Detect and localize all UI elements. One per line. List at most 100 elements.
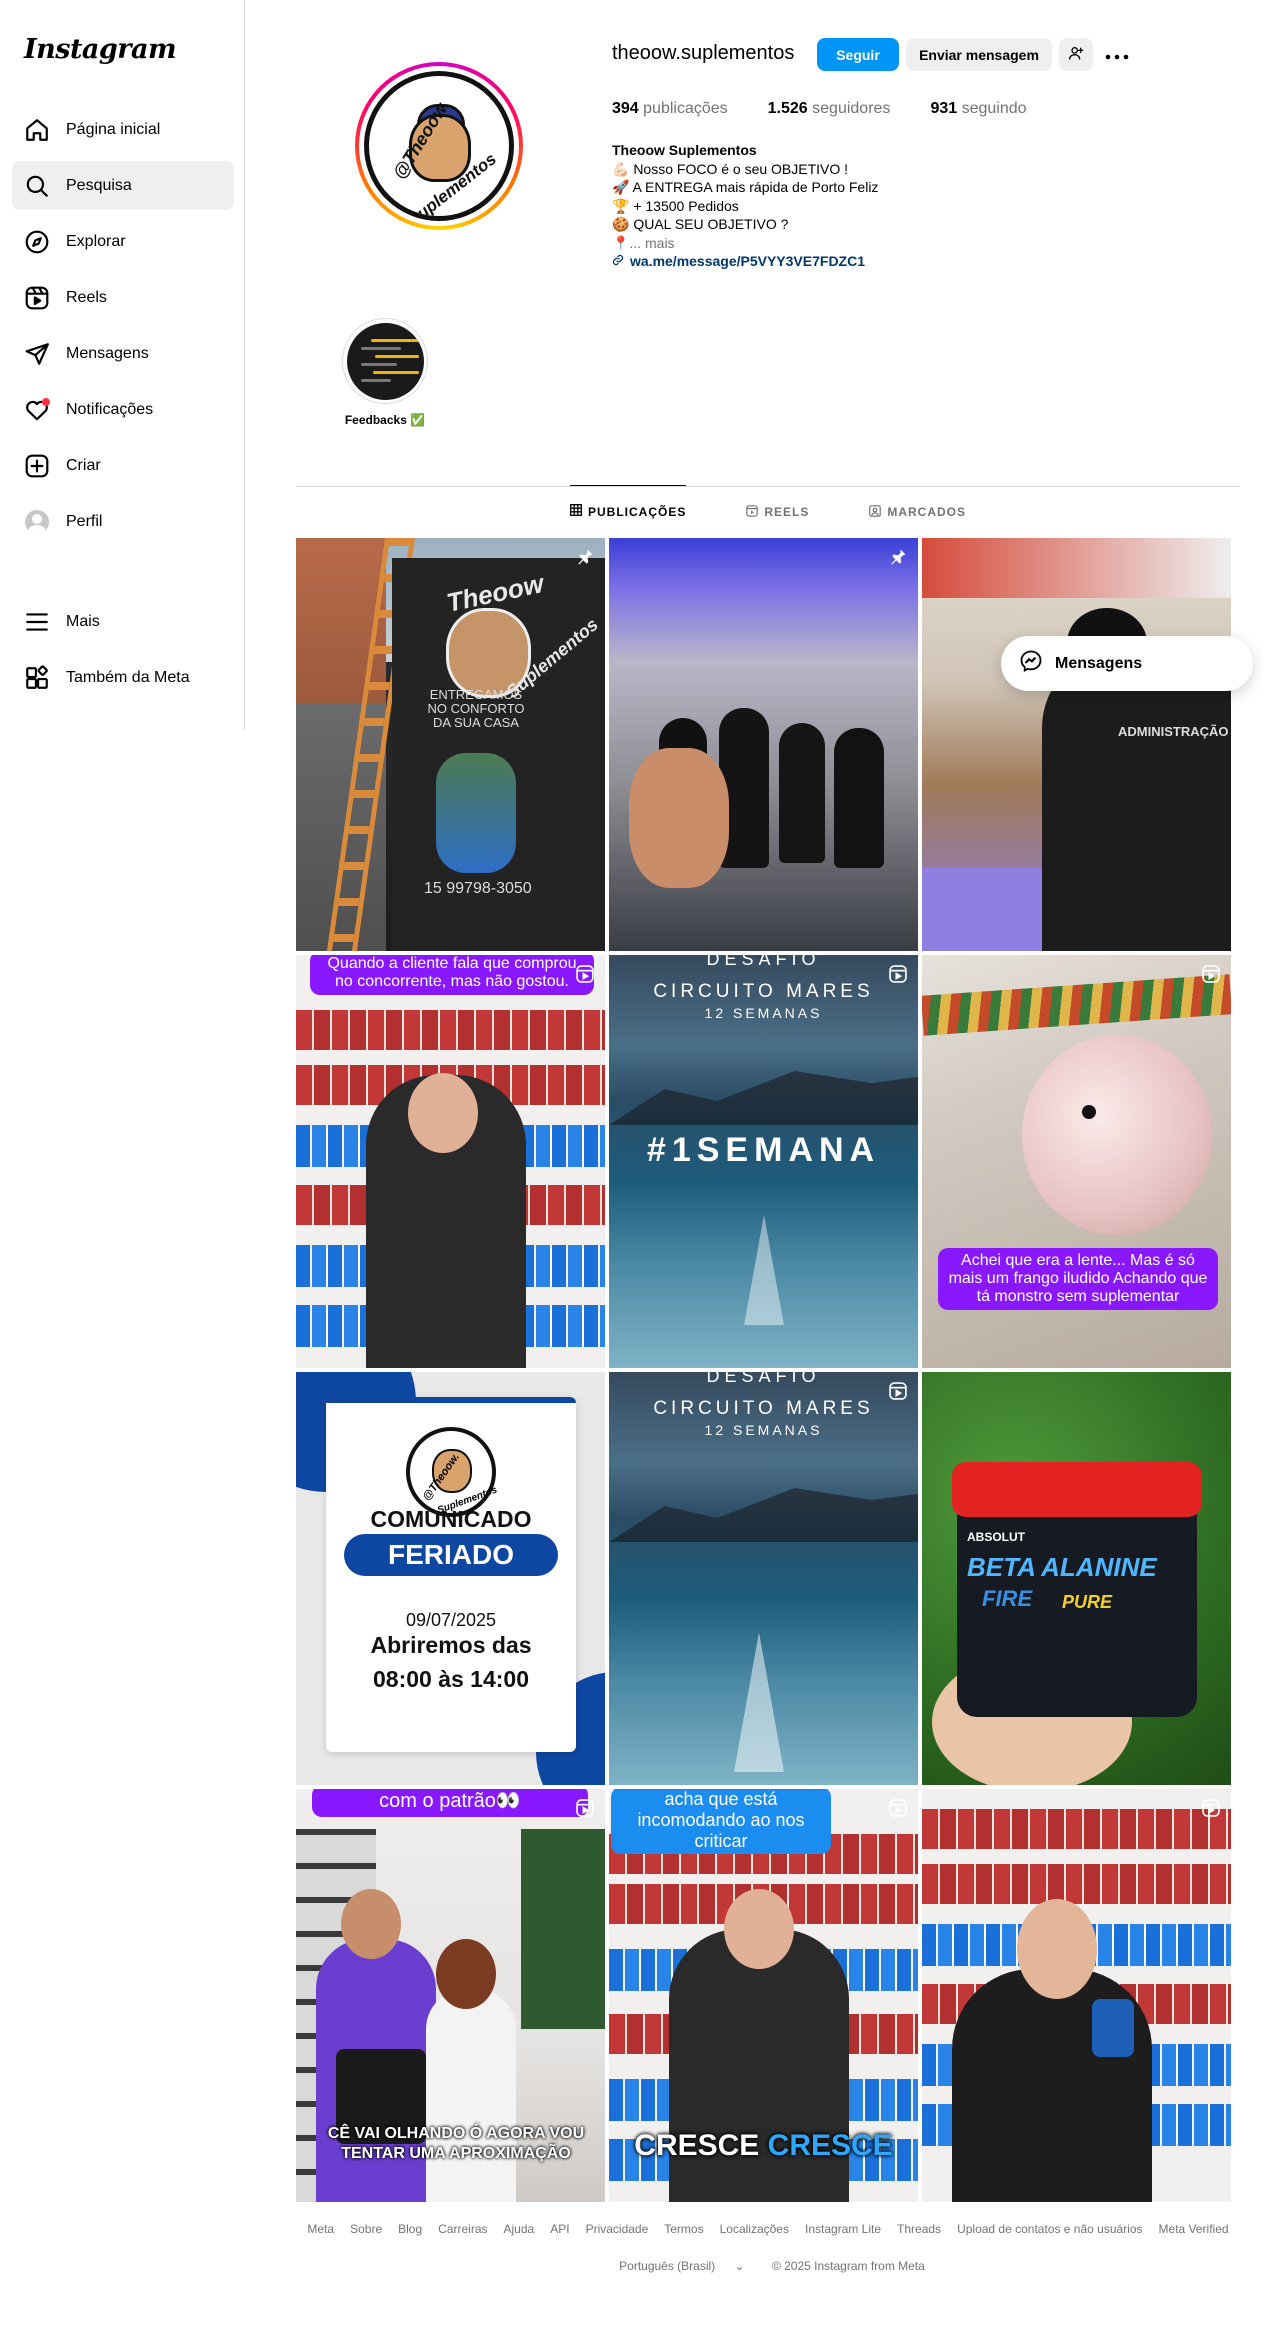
sidebar-item-explore[interactable]: Explorar [12, 217, 234, 266]
footer-link[interactable]: Meta [307, 2222, 334, 2236]
footer-link[interactable]: Blog [398, 2222, 422, 2236]
language-select[interactable]: Português (Brasil) ⌄ [611, 2259, 752, 2273]
reel-icon [888, 1381, 908, 1401]
post-5[interactable]: DESAFIO CIRCUITO MARES 12 SEMANAS #1SEMA… [609, 955, 918, 1368]
reel-icon [575, 1798, 595, 1818]
reel-icon [888, 964, 908, 984]
meta-apps-icon [24, 664, 50, 691]
chevron-down-icon: ⌄ [734, 2259, 745, 2273]
footer-link[interactable]: Privacidade [586, 2222, 649, 2236]
footer-link[interactable]: Meta Verified [1159, 2222, 1229, 2236]
bio-line: 🏆 + 13500 Pedidos [612, 197, 739, 214]
profile-bio: Theoow Suplementos 💪🏻 Nosso FOCO é o seu… [612, 141, 1012, 271]
grid-icon [570, 504, 588, 519]
followers-stat[interactable]: 1.526 seguidores [768, 100, 891, 118]
tab-posts[interactable]: PUBLICAÇÕES [569, 485, 687, 537]
footer-link[interactable]: Sobre [350, 2222, 382, 2236]
footer-link[interactable]: Upload de contatos e não usuários [957, 2222, 1142, 2236]
menu-icon [24, 609, 50, 635]
sidebar: Instagram Página inicial Pesquisa Explor… [0, 0, 245, 730]
profile-tabs: PUBLICAÇÕES REELS MARCADOS [296, 485, 1240, 538]
sidebar-item-profile[interactable]: Perfil [12, 497, 234, 546]
send-icon [24, 341, 50, 367]
post-12[interactable] [922, 1789, 1231, 2202]
tab-reels[interactable]: REELS [746, 486, 809, 538]
messenger-icon [1019, 649, 1055, 678]
post-8[interactable]: DESAFIO CIRCUITO MARES 12 SEMANAS [609, 1372, 918, 1785]
more-icon [1105, 43, 1129, 66]
compass-icon [24, 229, 50, 255]
post-4[interactable]: Quando a cliente fala que comprou no con… [296, 955, 605, 1368]
post-caption: Achei que era a lente... Mas é só mais u… [938, 1248, 1218, 1310]
sidebar-item-search[interactable]: Pesquisa [12, 161, 234, 210]
post-11[interactable]: acha que está incomodando ao nos critica… [609, 1789, 918, 2202]
sidebar-nav: Página inicial Pesquisa Explorar Reels M… [12, 105, 234, 553]
sidebar-item-label: Perfil [66, 512, 103, 530]
options-button[interactable] [1100, 38, 1134, 71]
sidebar-item-label: Página inicial [66, 120, 161, 138]
post-3[interactable]: ADMINISTRAÇÃO [922, 538, 1231, 951]
following-stat[interactable]: 931 seguindo [930, 100, 1026, 118]
tagged-icon [869, 504, 887, 520]
footer-link[interactable]: Threads [897, 2222, 941, 2236]
bio-line: 🚀 A ENTREGA mais rápida de Porto Feliz [612, 179, 879, 195]
logo-badge: @Theoow. Suplementos [406, 1427, 499, 1517]
tab-tagged[interactable]: MARCADOS [869, 486, 966, 538]
footer-link[interactable]: Ajuda [504, 2222, 535, 2236]
post-9[interactable]: ABSOLUT BETA ALANINE FIRE PURE [922, 1372, 1231, 1785]
sidebar-item-home[interactable]: Página inicial [12, 105, 234, 154]
posts-stat: 394 publicações [612, 100, 728, 117]
sidebar-item-more[interactable]: Mais [12, 597, 234, 646]
sidebar-item-notifications[interactable]: Notificações [12, 385, 234, 434]
search-icon [24, 173, 50, 199]
bio-line: 💪🏻 Nosso FOCO é o seu OBJETIVO ! [612, 160, 849, 177]
post-6[interactable]: Achei que era a lente... Mas é só mais u… [922, 955, 1231, 1368]
profile-stats: 394 publicações 1.526 seguidores 931 seg… [612, 100, 1067, 118]
bio-line: 🍪 QUAL SEU OBJETIVO ? [612, 216, 789, 232]
post-10[interactable]: com o patrão👀 CÊ VAI OLHANDO Ó AGORA VOU… [296, 1789, 605, 2202]
messages-float-button[interactable]: Mensagens [1001, 636, 1253, 691]
highlight-cover [346, 322, 424, 400]
profile-avatar[interactable]: @Theoow. Suplementos [355, 62, 523, 230]
sidebar-item-label: Criar [66, 456, 101, 474]
sidebar-item-label: Explorar [66, 232, 126, 250]
reel-icon [1201, 1798, 1221, 1818]
footer-link[interactable]: Localizações [720, 2222, 789, 2236]
reel-icon [575, 964, 595, 984]
link-icon [612, 252, 630, 271]
profile-username: theoow.suplementos [612, 42, 795, 64]
sidebar-item-label: Também da Meta [66, 668, 190, 686]
avatar [25, 509, 49, 534]
instagram-logo[interactable]: Instagram [24, 34, 177, 65]
highlight-label: Feedbacks ✅ [344, 413, 426, 427]
sidebar-item-reels[interactable]: Reels [12, 273, 234, 322]
sidebar-item-label: Mensagens [66, 344, 149, 362]
reels-small-icon [746, 504, 764, 520]
bio-more-link[interactable]: 📍... mais [612, 234, 1012, 253]
footer-link[interactable]: Instagram Lite [805, 2222, 881, 2236]
sidebar-item-messages[interactable]: Mensagens [12, 329, 234, 378]
profile-logo: @Theoow. Suplementos [364, 71, 514, 221]
footer: Meta Sobre Blog Carreiras Ajuda API Priv… [296, 2222, 1240, 2273]
profile-name: Theoow Suplementos [612, 142, 757, 158]
sidebar-item-meta[interactable]: Também da Meta [12, 653, 234, 702]
bio-link[interactable]: wa.me/message/P5VYY3VE7FDZC1 [612, 252, 1012, 271]
post-2[interactable] [609, 538, 918, 951]
follow-button[interactable]: Seguir [817, 38, 899, 71]
sidebar-item-create[interactable]: Criar [12, 441, 234, 490]
post-7[interactable]: @Theoow. Suplementos COMUNICADO FERIADO … [296, 1372, 605, 1785]
suggest-users-button[interactable] [1059, 38, 1093, 71]
footer-link[interactable]: Carreiras [438, 2222, 487, 2236]
reel-icon [888, 1798, 908, 1818]
sidebar-item-label: Mais [66, 612, 100, 630]
post-caption: acha que está incomodando ao nos critica… [611, 1789, 831, 1854]
post-1[interactable]: Theoow Suplementos ENTREGAMOS NO CONFORT… [296, 538, 605, 951]
pin-icon [888, 547, 908, 567]
send-message-button[interactable]: Enviar mensagem [906, 38, 1052, 71]
add-person-icon [1068, 45, 1084, 64]
home-icon [24, 117, 50, 143]
posts-grid: Theoow Suplementos ENTREGAMOS NO CONFORT… [296, 538, 1236, 2202]
highlight-feedbacks[interactable]: Feedbacks ✅ [340, 318, 430, 427]
footer-link[interactable]: API [550, 2222, 569, 2236]
footer-link[interactable]: Termos [664, 2222, 703, 2236]
